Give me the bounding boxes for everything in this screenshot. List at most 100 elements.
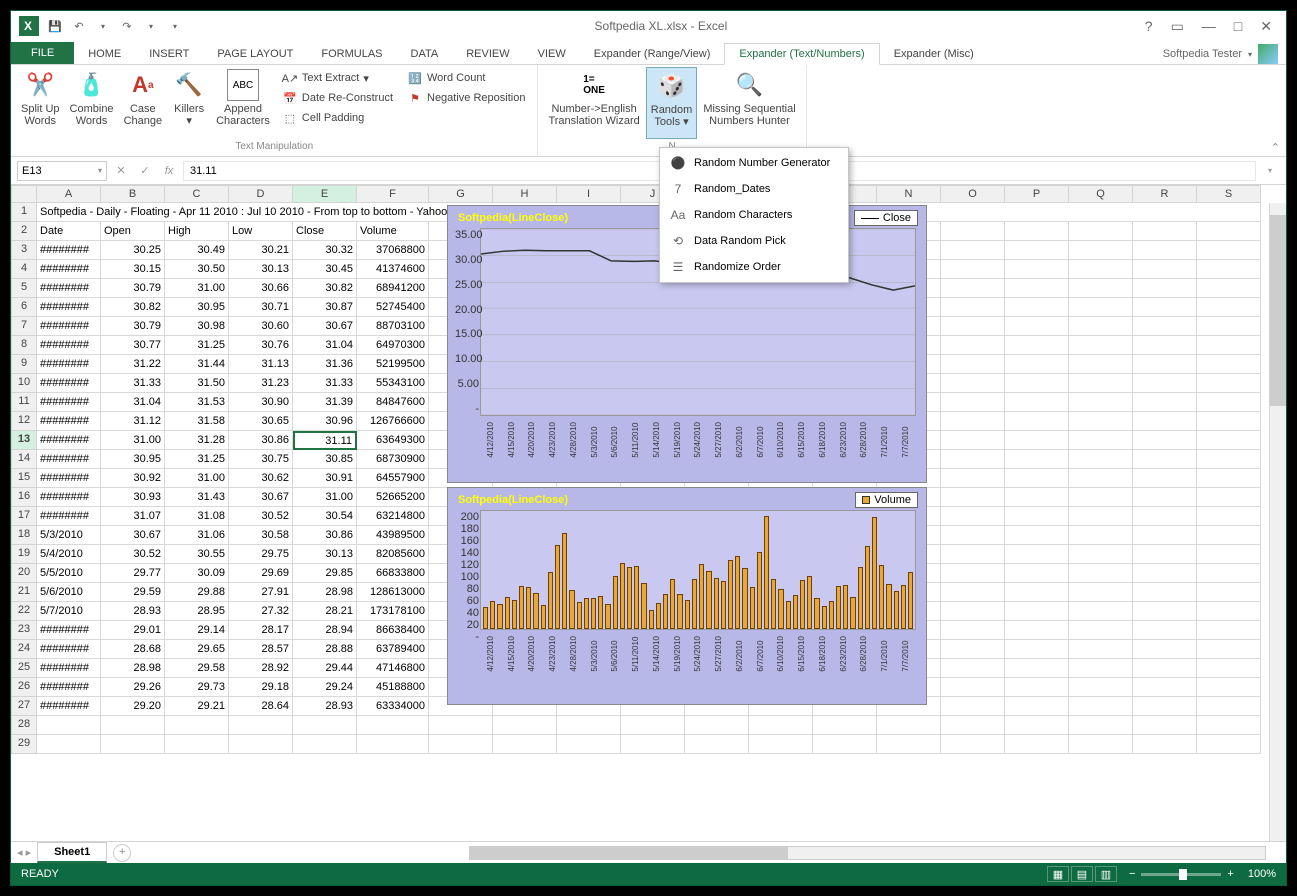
sheet-nav-arrows[interactable]: ◂ ▸ <box>11 846 37 859</box>
cell[interactable]: 30.45 <box>293 260 357 279</box>
cell[interactable] <box>493 735 557 754</box>
cell[interactable] <box>941 355 1005 374</box>
cell[interactable] <box>1005 279 1069 298</box>
number-english-button[interactable]: 1=ONE Number->English Translation Wizard <box>544 67 643 139</box>
row-header[interactable]: 28 <box>11 716 37 735</box>
cell[interactable]: 126766600 <box>357 412 429 431</box>
cell[interactable] <box>941 678 1005 697</box>
user-dropdown-icon[interactable]: ▾ <box>1248 50 1252 59</box>
cell[interactable]: 41374600 <box>357 260 429 279</box>
cell[interactable]: 31.58 <box>165 412 229 431</box>
cell[interactable]: ######## <box>37 507 101 526</box>
tab-home[interactable]: HOME <box>74 44 135 64</box>
cell[interactable] <box>1133 355 1197 374</box>
row-header[interactable]: 20 <box>11 564 37 583</box>
cell[interactable]: 30.25 <box>101 241 165 260</box>
zoom-in-icon[interactable]: + <box>1227 868 1233 880</box>
chart-bar[interactable]: Softpedia(LineClose) Volume 200180160140… <box>447 487 927 705</box>
cell[interactable] <box>1133 374 1197 393</box>
cell[interactable] <box>37 716 101 735</box>
cell[interactable] <box>941 583 1005 602</box>
redo-dropdown-icon[interactable]: ▾ <box>143 18 159 34</box>
cell[interactable] <box>1069 298 1133 317</box>
cell[interactable] <box>165 735 229 754</box>
cell[interactable] <box>941 469 1005 488</box>
row-header[interactable]: 9 <box>11 355 37 374</box>
row-header[interactable]: 2 <box>11 222 37 241</box>
cell[interactable] <box>1133 450 1197 469</box>
cell[interactable]: 30.86 <box>229 431 293 450</box>
cell[interactable] <box>941 374 1005 393</box>
cell[interactable] <box>1133 298 1197 317</box>
cell[interactable]: 31.33 <box>293 374 357 393</box>
row-header[interactable]: 17 <box>11 507 37 526</box>
col-header[interactable]: D <box>229 185 293 203</box>
cell[interactable]: ######## <box>37 450 101 469</box>
cell[interactable] <box>1133 279 1197 298</box>
cell[interactable] <box>1069 735 1133 754</box>
zoom-slider[interactable]: − + 100% <box>1129 868 1276 880</box>
cell[interactable]: 31.12 <box>101 412 165 431</box>
page-layout-view-icon[interactable]: ▤ <box>1071 866 1093 882</box>
tab-data[interactable]: DATA <box>397 44 453 64</box>
cell[interactable]: 30.85 <box>293 450 357 469</box>
cancel-formula-icon[interactable]: ✕ <box>111 161 131 181</box>
cell[interactable] <box>1005 640 1069 659</box>
cell[interactable]: ######## <box>37 393 101 412</box>
cell[interactable]: 30.79 <box>101 317 165 336</box>
cell[interactable] <box>1005 621 1069 640</box>
cell[interactable] <box>429 735 493 754</box>
cell[interactable] <box>1197 526 1261 545</box>
cell[interactable]: 30.96 <box>293 412 357 431</box>
add-sheet-button[interactable]: + <box>113 844 131 862</box>
cell[interactable]: 47146800 <box>357 659 429 678</box>
horizontal-scrollbar[interactable] <box>469 846 1266 860</box>
cell[interactable]: 30.67 <box>229 488 293 507</box>
row-header[interactable]: 1 <box>11 203 37 222</box>
cell-padding-button[interactable]: ⬚Cell Padding <box>280 109 395 127</box>
col-header[interactable]: E <box>293 185 357 203</box>
cell[interactable] <box>941 450 1005 469</box>
cell[interactable]: 30.91 <box>293 469 357 488</box>
cell[interactable] <box>1197 431 1261 450</box>
cell[interactable] <box>685 735 749 754</box>
cell[interactable]: 31.53 <box>165 393 229 412</box>
cell[interactable]: 45188800 <box>357 678 429 697</box>
cell[interactable] <box>813 735 877 754</box>
cell[interactable] <box>1005 431 1069 450</box>
cell[interactable] <box>749 735 813 754</box>
page-break-view-icon[interactable]: ▥ <box>1095 866 1117 882</box>
cell[interactable] <box>293 735 357 754</box>
menu-random-dates[interactable]: 7Random_Dates <box>662 176 846 202</box>
user-area[interactable]: Softpedia Tester ▾ <box>1163 44 1286 64</box>
cell[interactable]: 30.52 <box>229 507 293 526</box>
cell[interactable]: 31.33 <box>101 374 165 393</box>
cell[interactable]: 31.50 <box>165 374 229 393</box>
cell[interactable]: 30.71 <box>229 298 293 317</box>
row-header[interactable]: 24 <box>11 640 37 659</box>
cell[interactable]: 31.25 <box>165 450 229 469</box>
cell[interactable]: 31.00 <box>293 488 357 507</box>
vertical-scrollbar[interactable] <box>1269 203 1286 841</box>
cell[interactable]: 31.07 <box>101 507 165 526</box>
minimize-icon[interactable]: — <box>1196 18 1222 34</box>
cell[interactable] <box>1197 469 1261 488</box>
cell[interactable] <box>229 735 293 754</box>
cell[interactable] <box>1197 374 1261 393</box>
collapse-ribbon-icon[interactable]: ⌃ <box>1271 141 1280 154</box>
cell[interactable] <box>101 735 165 754</box>
cell[interactable]: 88703100 <box>357 317 429 336</box>
cell[interactable] <box>621 735 685 754</box>
cell[interactable]: 30.87 <box>293 298 357 317</box>
cell[interactable]: 30.66 <box>229 279 293 298</box>
cell[interactable] <box>429 716 493 735</box>
cell[interactable]: 55343100 <box>357 374 429 393</box>
cell[interactable]: Low <box>229 222 293 241</box>
col-header[interactable]: I <box>557 185 621 203</box>
cell[interactable]: ######## <box>37 640 101 659</box>
cell[interactable] <box>941 336 1005 355</box>
row-header[interactable]: 5 <box>11 279 37 298</box>
cell[interactable] <box>1005 545 1069 564</box>
cell[interactable]: 28.93 <box>293 697 357 716</box>
cell[interactable]: 30.77 <box>101 336 165 355</box>
